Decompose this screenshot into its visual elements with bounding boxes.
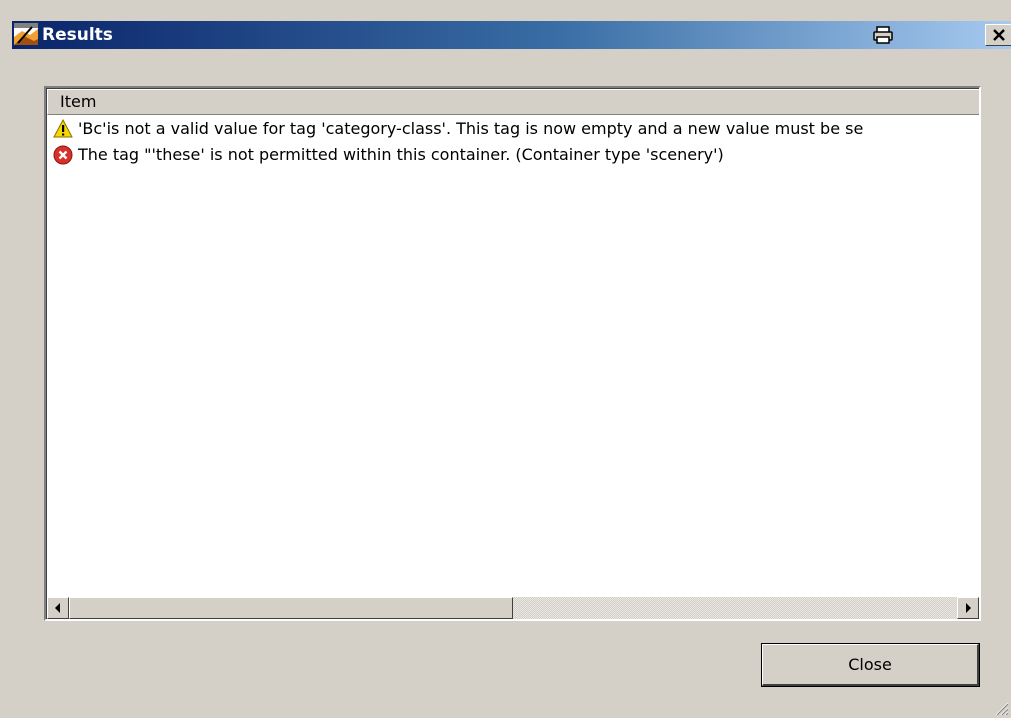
list-item[interactable]: The tag "'these' is not permitted within…	[47, 142, 979, 168]
arrow-left-icon	[55, 603, 60, 613]
resize-grip-icon[interactable]	[993, 700, 1009, 716]
results-rows: 'Bc'is not a valid value for tag 'catego…	[47, 116, 979, 168]
list-item-text: The tag "'these' is not permitted within…	[78, 145, 724, 164]
close-button[interactable]: Close	[761, 643, 980, 687]
scroll-right-button[interactable]	[957, 597, 979, 619]
window-title: Results	[42, 25, 113, 45]
close-icon[interactable]	[985, 24, 1011, 46]
list-item-text: 'Bc'is not a valid value for tag 'catego…	[78, 119, 864, 138]
scrollbar-thumb[interactable]	[69, 597, 513, 619]
print-icon[interactable]	[870, 24, 896, 46]
results-dialog: Results Item 'Bc'is not a valid value fo…	[0, 0, 1011, 718]
list-item[interactable]: 'Bc'is not a valid value for tag 'catego…	[47, 116, 979, 142]
warning-icon	[53, 119, 73, 138]
arrow-right-icon	[966, 603, 971, 613]
error-icon	[53, 145, 73, 165]
title-bar[interactable]: Results	[12, 21, 1011, 49]
scroll-left-button[interactable]	[47, 597, 69, 619]
column-header-item[interactable]: Item	[47, 89, 979, 115]
results-list[interactable]: Item 'Bc'is not a valid value for tag 'c…	[44, 86, 981, 621]
app-icon	[14, 23, 38, 45]
horizontal-scrollbar[interactable]	[47, 597, 979, 619]
